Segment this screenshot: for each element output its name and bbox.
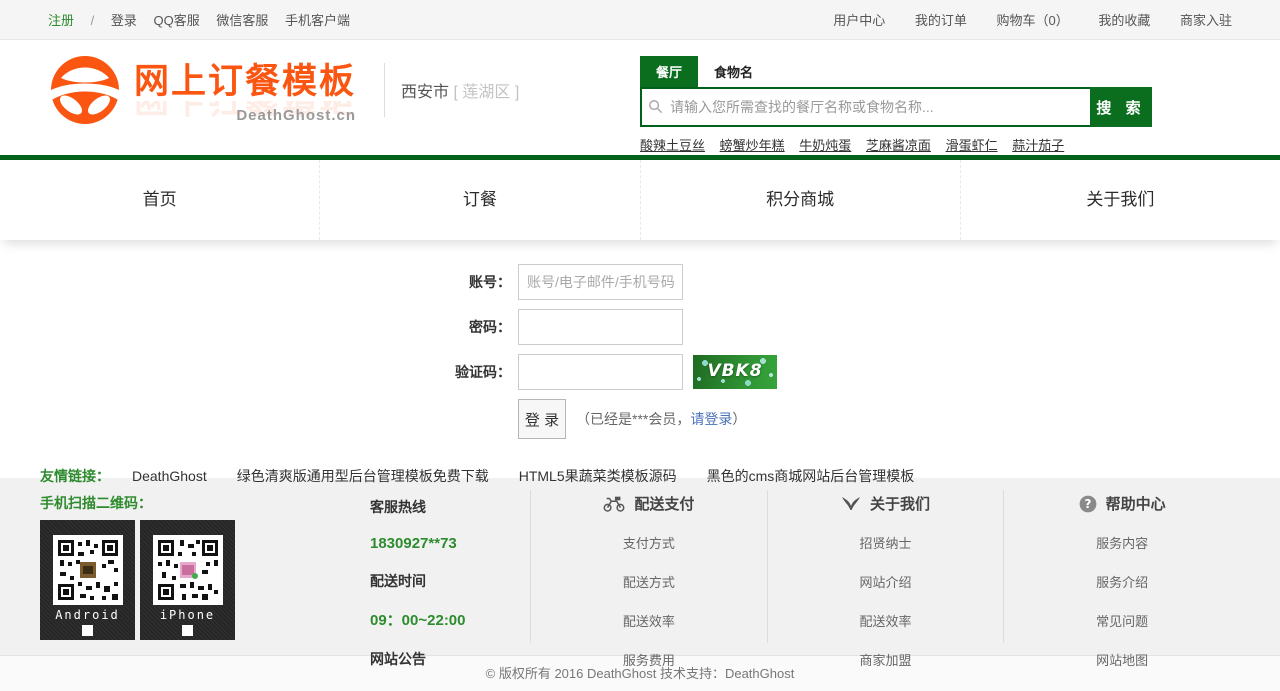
hot-keyword[interactable]: 螃蟹炒年糕 (720, 138, 785, 153)
site-logo[interactable]: 网上订餐模板 网上订餐模板 DeathGhost.cn (134, 63, 356, 118)
register-login-separator: / (91, 13, 95, 28)
footer-link[interactable]: 网站地图 (1096, 653, 1148, 668)
search-box: 餐厅 食物名 搜 索 酸辣土豆丝 螃蟹炒年糕 牛奶炖蛋 芝麻酱凉面 滑蛋虾仁 蒜… (640, 56, 1152, 154)
wechat-service-link[interactable]: 微信客服 (216, 13, 268, 28)
user-center-link[interactable]: 用户中心 (833, 13, 885, 28)
hotline-number: 1830927**73 (370, 535, 530, 552)
svg-text:?: ? (1084, 497, 1091, 511)
favorites-link[interactable]: 我的收藏 (1098, 13, 1150, 28)
tab-food[interactable]: 食物名 (698, 56, 769, 87)
topbar: 注册 / 登录 QQ客服 微信客服 手机客户端 用户中心 我的订单 购物车（0）… (0, 0, 1280, 40)
help-column-title-text: 帮助中心 (1106, 493, 1166, 514)
nav-item-about[interactable]: 关于我们 (960, 160, 1280, 240)
qr-android: Android (40, 520, 135, 640)
hot-keyword[interactable]: 滑蛋虾仁 (946, 138, 998, 153)
search-button[interactable]: 搜 索 (1090, 87, 1152, 127)
delivery-time-label: 配送时间 (370, 571, 530, 591)
hot-keywords: 酸辣土豆丝 螃蟹炒年糕 牛奶炖蛋 芝麻酱凉面 滑蛋虾仁 蒜汁茄子 (640, 135, 1152, 154)
merchant-join-link[interactable]: 商家入驻 (1180, 13, 1232, 28)
location-city: 西安市 (401, 84, 449, 101)
question-icon: ? (1079, 495, 1097, 513)
location-district: [ 莲湖区 ] (453, 84, 519, 101)
my-orders-link[interactable]: 我的订单 (915, 13, 967, 28)
hot-keyword[interactable]: 酸辣土豆丝 (640, 138, 705, 153)
footer-help-column: ? 帮助中心 服务内容 服务介绍 常见问题 网站地图 (1004, 478, 1240, 655)
search-tabs: 餐厅 食物名 (640, 56, 1152, 87)
delivery-column-title-text: 配送支付 (634, 493, 694, 514)
footer-link[interactable]: 网站介绍 (860, 575, 912, 590)
login-button[interactable]: 登 录 (518, 399, 566, 439)
about-column-title: 关于我们 (768, 493, 1004, 514)
site-logo-icon[interactable] (48, 53, 122, 127)
bird-icon (841, 496, 861, 512)
footer-link[interactable]: 商家加盟 (860, 653, 912, 668)
copyright-text: © 版权所有 2016 DeathGhost 技术支持：DeathGhost (486, 666, 795, 681)
account-field[interactable] (518, 264, 683, 300)
qr-code-android-icon (56, 538, 120, 602)
footer-delivery-column: 配送支付 支付方式 配送方式 配送效率 服务费用 (531, 478, 767, 655)
topbar-left: 注册 / 登录 QQ客服 微信客服 手机客户端 (48, 10, 363, 29)
member-note: （已经是***会员，请登录） (576, 409, 746, 429)
header: 网上订餐模板 网上订餐模板 DeathGhost.cn 西安市 [ 莲湖区 ] … (0, 40, 1280, 155)
qr-iphone-label: iPhone (140, 608, 235, 622)
hot-keyword[interactable]: 牛奶炖蛋 (799, 138, 851, 153)
footer-link[interactable]: 配送效率 (623, 614, 675, 629)
captcha-text: VBK8 (693, 361, 777, 381)
footer-qr-column: 手机扫描二维码： (40, 478, 350, 655)
location-selector[interactable]: 西安市 [ 莲湖区 ] (401, 78, 519, 102)
qr-code-iphone-icon (156, 538, 220, 602)
login-link[interactable]: 登录 (111, 13, 137, 28)
qr-android-label: Android (40, 608, 135, 622)
footer: 手机扫描二维码： (0, 478, 1280, 655)
main-content: 账号： 密码： 验证码： VBK8 登 录 （已经是***会员，请登录） 友情链… (0, 240, 1280, 478)
search-input[interactable] (640, 87, 1090, 127)
password-field[interactable] (518, 309, 683, 345)
tab-restaurant[interactable]: 餐厅 (640, 56, 698, 87)
qq-service-link[interactable]: QQ客服 (154, 13, 200, 28)
nav-item-order[interactable]: 订餐 (319, 160, 639, 240)
footer-link[interactable]: 配送方式 (623, 575, 675, 590)
captcha-label: 验证码： (406, 362, 518, 382)
footer-link[interactable]: 招贤纳士 (860, 536, 912, 551)
mobile-client-link[interactable]: 手机客户端 (285, 13, 350, 28)
footer-link[interactable]: 配送效率 (860, 614, 912, 629)
delivery-bike-icon (603, 495, 625, 513)
hotline-label: 客服热线 (370, 497, 530, 517)
cart-link[interactable]: 购物车（0） (996, 13, 1068, 28)
nav-item-home[interactable]: 首页 (0, 160, 319, 240)
register-link[interactable]: 注册 (48, 13, 74, 28)
header-divider (384, 63, 385, 117)
search-icon (648, 99, 663, 114)
qr-iphone-marker (182, 625, 193, 636)
captcha-field[interactable] (518, 354, 683, 390)
delivery-time-value: 09：00~22:00 (370, 609, 530, 630)
password-label: 密码： (406, 317, 518, 337)
hot-keyword[interactable]: 蒜汁茄子 (1012, 138, 1064, 153)
about-column-title-text: 关于我们 (870, 493, 930, 514)
qr-section-title: 手机扫描二维码： (40, 493, 350, 513)
qr-iphone: iPhone (140, 520, 235, 640)
footer-about-column: 关于我们 招贤纳士 网站介绍 配送效率 商家加盟 (768, 478, 1004, 655)
account-label: 账号： (406, 272, 518, 292)
member-note-prefix: （已经是***会员， (576, 411, 690, 427)
topbar-right: 用户中心 我的订单 购物车（0） 我的收藏 商家入驻 (807, 10, 1232, 29)
hot-keyword[interactable]: 芝麻酱凉面 (866, 138, 931, 153)
member-note-suffix: ） (732, 411, 746, 427)
footer-link[interactable]: 服务介绍 (1096, 575, 1148, 590)
footer-link[interactable]: 服务内容 (1096, 536, 1148, 551)
qr-android-marker (82, 625, 93, 636)
footer-link[interactable]: 支付方式 (623, 536, 675, 551)
nav-item-points-mall[interactable]: 积分商城 (640, 160, 960, 240)
captcha-image[interactable]: VBK8 (693, 355, 777, 389)
help-column-title: ? 帮助中心 (1004, 493, 1240, 514)
member-login-link[interactable]: 请登录 (690, 411, 732, 427)
footer-link[interactable]: 常见问题 (1096, 614, 1148, 629)
footer-service-column: 客服热线 1830927**73 配送时间 09：00~22:00 网站公告 (370, 478, 530, 655)
main-nav: 首页 订餐 积分商城 关于我们 (0, 160, 1280, 240)
site-subtitle: DeathGhost.cn (236, 107, 356, 124)
delivery-column-title: 配送支付 (531, 493, 767, 514)
site-title: 网上订餐模板 (134, 63, 356, 102)
